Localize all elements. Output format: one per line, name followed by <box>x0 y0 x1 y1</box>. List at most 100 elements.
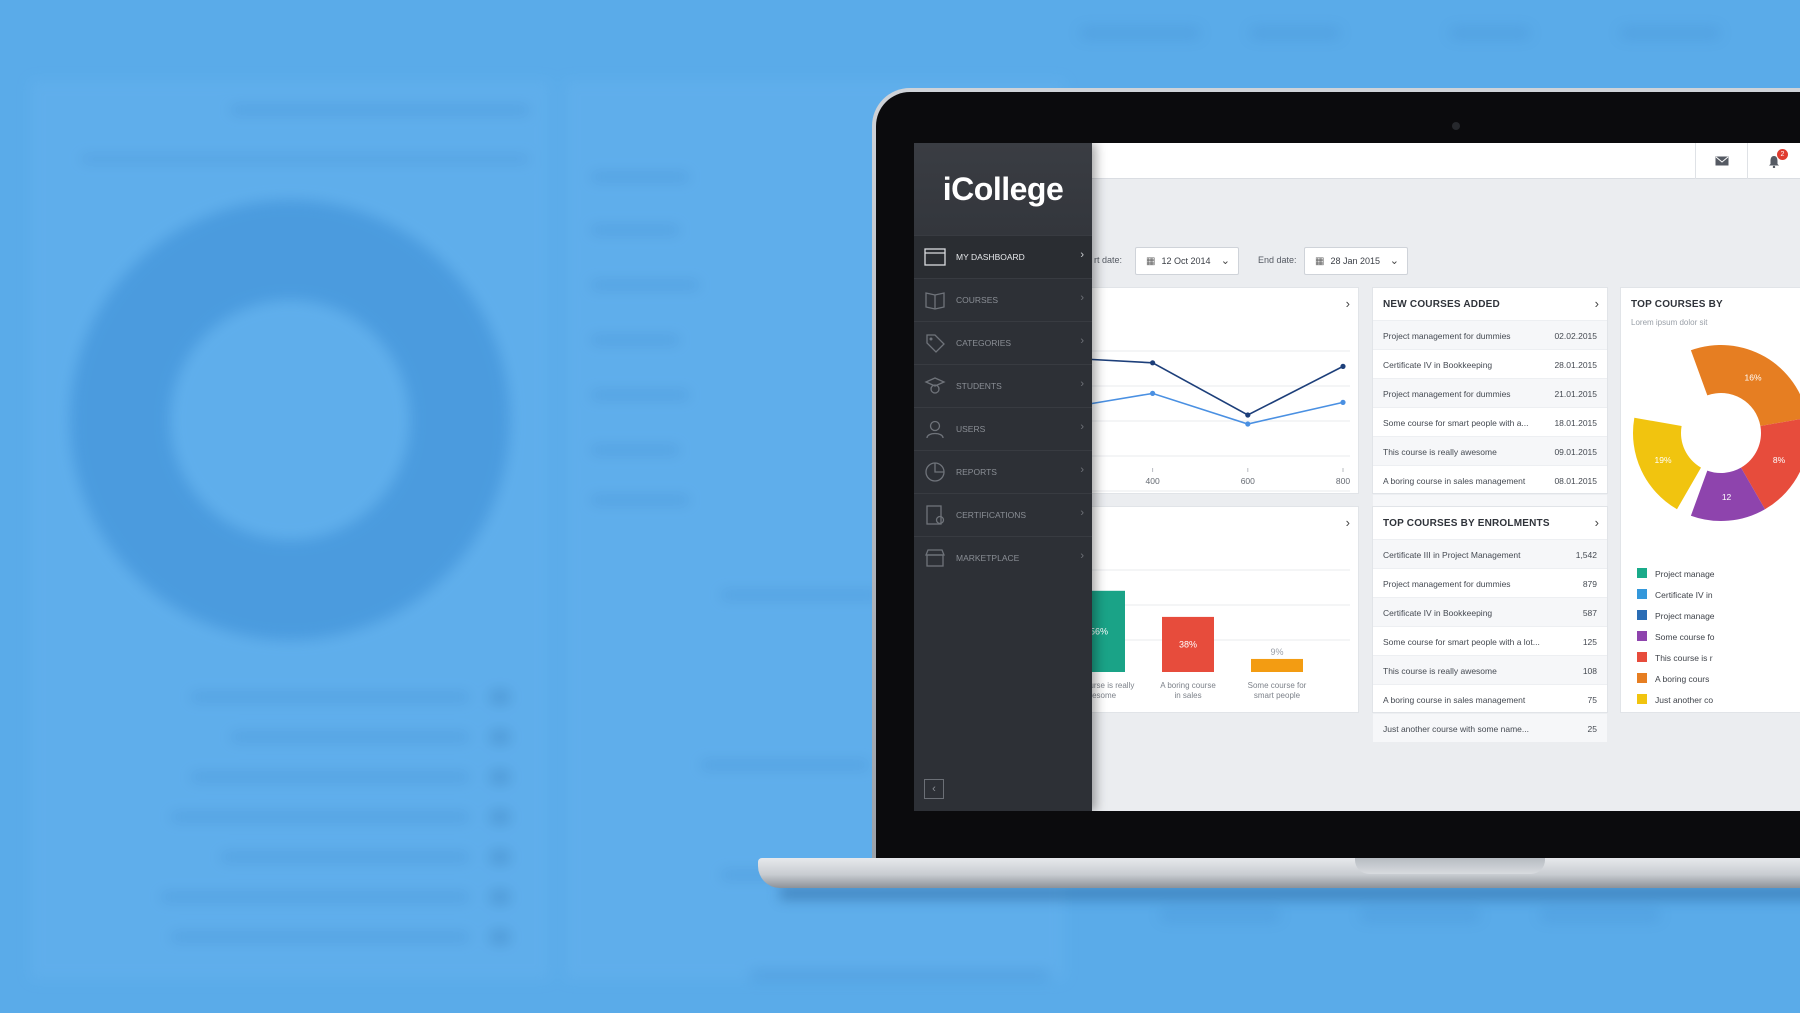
sidebar-item-reports[interactable]: REPORTS › <box>914 450 1092 493</box>
top-enrolments-card: TOP COURSES BY ENROLMENTS › Certificate … <box>1372 506 1608 742</box>
sidebar-nav: MY DASHBOARD › COURSES › CATEGORIES › STUDENTS… <box>914 235 1092 579</box>
bg-line <box>590 172 690 182</box>
row-course-name: Some course for smart people with a... <box>1383 418 1529 428</box>
table-row[interactable]: Project management for dummies 21.01.2015 <box>1373 378 1607 407</box>
sidebar-item-marketplace[interactable]: MARKETPLACE › <box>914 536 1092 579</box>
mail-button[interactable] <box>1695 143 1747 179</box>
sidebar-item-categories[interactable]: CATEGORIES › <box>914 321 1092 364</box>
pie-chart: 19% 16% 8% 12 <box>1633 344 1800 521</box>
bg-dot <box>490 730 510 744</box>
row-value: 21.01.2015 <box>1554 389 1597 399</box>
line-point[interactable] <box>1245 421 1251 427</box>
bg-line <box>1620 28 1720 38</box>
end-date-label: End date: <box>1258 255 1297 265</box>
legend-label: This course is r <box>1655 653 1713 663</box>
legend-item: Just another co <box>1637 694 1713 705</box>
bg-line <box>170 812 470 822</box>
chevron-right-icon[interactable]: › <box>1595 296 1599 311</box>
bar-category-line: smart people <box>1254 691 1301 700</box>
table-row[interactable]: A boring course in sales management 08.01… <box>1373 465 1607 494</box>
table-row[interactable]: Project management for dummies 02.02.2015 <box>1373 320 1607 349</box>
notifications-button[interactable]: 2 <box>1747 143 1799 179</box>
table-row[interactable]: This course is really awesome 108 <box>1373 655 1607 684</box>
start-date-label: rt date: <box>1094 255 1123 265</box>
row-course-name: A boring course in sales management <box>1383 695 1526 705</box>
bg-dot <box>490 850 510 864</box>
row-course-name: Project management for dummies <box>1383 579 1511 589</box>
bar-chart-card: › 56% This course is really awesome 38% A bo… <box>1064 506 1359 713</box>
row-value: 28.01.2015 <box>1554 360 1597 370</box>
sidebar-item-label: STUDENTS <box>956 381 1002 391</box>
bar-category-line: A boring course <box>1160 681 1216 690</box>
chevron-right-icon: › <box>1080 421 1084 433</box>
notification-badge: 2 <box>1777 149 1788 160</box>
table-row[interactable]: Some course for smart people with a... 18… <box>1373 407 1607 436</box>
sidebar-item-users[interactable]: USERS › <box>914 407 1092 450</box>
table-row[interactable]: Some course for smart people with a lot.… <box>1373 626 1607 655</box>
chevron-right-icon: › <box>1080 292 1084 304</box>
top-courses-pie-subtitle: Lorem ipsum dolor sit <box>1631 318 1708 327</box>
chevron-right-icon[interactable]: › <box>1595 515 1599 530</box>
line-chart: 400 600 800 <box>1065 350 1350 492</box>
new-courses-title: NEW COURSES ADDED <box>1383 299 1500 310</box>
sidebar-item-label: REPORTS <box>956 467 997 477</box>
x-tick-label: 600 <box>1241 476 1255 486</box>
table-row[interactable]: A boring course in sales management 75 <box>1373 684 1607 713</box>
line-point[interactable] <box>1150 390 1156 396</box>
table-row[interactable]: Certificate III in Project Management 1,5… <box>1373 539 1607 568</box>
chevron-right-icon: › <box>1080 507 1084 519</box>
row-course-name: Some course for smart people with a lot.… <box>1383 637 1540 647</box>
bar[interactable] <box>1251 658 1303 672</box>
pie-slice-label: 16% <box>1744 373 1761 383</box>
bg-line <box>80 155 530 163</box>
bg-line <box>1450 28 1530 38</box>
row-value: 09.01.2015 <box>1554 447 1597 457</box>
line-point[interactable] <box>1245 412 1251 418</box>
collapse-sidebar-button[interactable]: ‹ <box>924 779 944 799</box>
chevron-right-icon: › <box>1080 550 1084 562</box>
bg-dot <box>490 810 510 824</box>
pie-slice[interactable] <box>1690 344 1800 427</box>
table-row[interactable]: This course is really awesome 09.01.2015 <box>1373 436 1607 465</box>
table-row[interactable]: Just another course with some name... 25 <box>1373 713 1607 742</box>
bg-line <box>1250 28 1340 38</box>
row-value: 25 <box>1587 724 1597 734</box>
bg-line <box>230 732 470 742</box>
legend-item: A boring cours <box>1637 673 1709 684</box>
line-point[interactable] <box>1150 360 1156 366</box>
chevron-left-icon: ‹ <box>932 783 936 795</box>
table-row[interactable]: Certificate IV in Bookkeeping 587 <box>1373 597 1607 626</box>
sidebar-item-my-dashboard[interactable]: MY DASHBOARD › <box>914 235 1092 278</box>
store-icon <box>925 549 945 567</box>
start-date-picker[interactable]: ▦ 12 Oct 2014 ⌄ <box>1135 247 1239 275</box>
pie-slice-label: 8% <box>1773 455 1786 465</box>
row-course-name: This course is really awesome <box>1383 666 1497 676</box>
bg-line <box>1540 910 1660 920</box>
row-value: 587 <box>1582 608 1597 618</box>
bar-data-label: 38% <box>1179 639 1197 649</box>
row-value: 108 <box>1582 666 1597 676</box>
line-point[interactable] <box>1340 399 1346 405</box>
bg-line <box>700 760 870 770</box>
bg-line <box>590 280 700 290</box>
sidebar-item-courses[interactable]: COURSES › <box>914 278 1092 321</box>
bg-line <box>590 225 680 235</box>
top-courses-pie-card: TOP COURSES BY Lorem ipsum dolor sit 19%… <box>1620 287 1800 713</box>
row-value: 08.01.2015 <box>1554 476 1597 486</box>
table-row[interactable]: Project management for dummies 879 <box>1373 568 1607 597</box>
bar-category-label: A boring course in sales <box>1160 681 1216 700</box>
calendar-icon: ▦ <box>1315 255 1325 267</box>
sidebar-item-label: CATEGORIES <box>956 338 1012 348</box>
line-point[interactable] <box>1340 363 1346 369</box>
sidebar-item-label: COURSES <box>956 295 999 305</box>
bg-line <box>590 390 690 400</box>
end-date-picker[interactable]: ▦ 28 Jan 2015 ⌄ <box>1304 247 1408 275</box>
table-row[interactable]: Certificate IV in Bookkeeping 28.01.2015 <box>1373 349 1607 378</box>
bg-dot <box>490 770 510 784</box>
camera-icon <box>1452 122 1460 130</box>
sidebar-item-certifications[interactable]: CERTIFICATIONS › <box>914 493 1092 536</box>
bg-dot <box>490 890 510 904</box>
bg-line <box>590 445 680 455</box>
calendar-icon: ▦ <box>1146 255 1156 267</box>
sidebar-item-students[interactable]: STUDENTS › <box>914 364 1092 407</box>
